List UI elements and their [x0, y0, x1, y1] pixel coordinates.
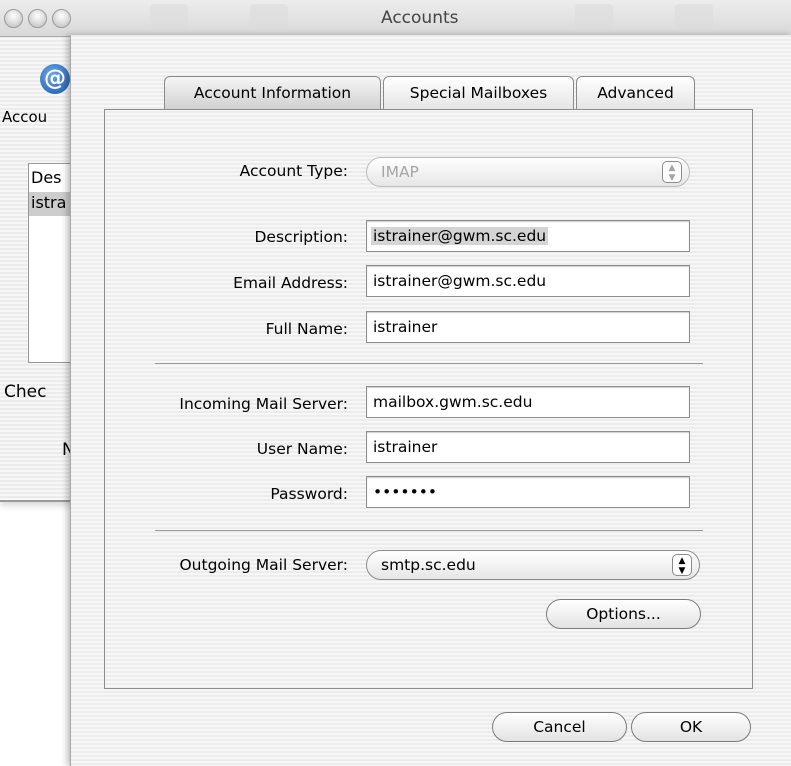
list-header-description[interactable]: Des — [31, 168, 62, 187]
list-item-label: istra — [31, 193, 67, 212]
account-type-value: IMAP — [381, 163, 419, 181]
description-field[interactable]: istrainer@gwm.sc.edu — [366, 220, 690, 252]
check-mail-label: Chec — [4, 382, 47, 402]
user-name-field[interactable]: istrainer — [366, 431, 690, 463]
accounts-at-icon[interactable]: @ — [40, 64, 70, 94]
description-label: Description: — [254, 228, 349, 246]
separator — [155, 530, 703, 531]
cancel-button[interactable]: Cancel — [492, 712, 627, 742]
ok-button[interactable]: OK — [631, 712, 751, 742]
options-button[interactable]: Options... — [546, 599, 701, 629]
account-type-select: IMAP ▲ ▼ — [366, 157, 690, 187]
up-down-arrows-icon: ▲ ▼ — [672, 554, 692, 576]
close-window-button[interactable] — [4, 9, 23, 28]
toolbar-ghost-icon — [150, 4, 188, 30]
email-address-label: Email Address: — [233, 274, 348, 292]
up-down-arrows-icon: ▲ ▼ — [662, 161, 682, 183]
outgoing-mail-server-select[interactable]: smtp.sc.edu ▲ ▼ — [366, 550, 700, 580]
incoming-mail-server-field[interactable]: mailbox.gwm.sc.edu — [366, 386, 690, 418]
title-bar: Accounts — [0, 0, 791, 37]
outgoing-mail-server-value: smtp.sc.edu — [381, 556, 476, 574]
accounts-toolbar-label[interactable]: Accou — [2, 108, 47, 126]
full-name-field[interactable]: istrainer — [366, 311, 690, 343]
password-label: Password: — [270, 485, 348, 503]
user-name-label: User Name: — [256, 440, 348, 458]
tab-special-mailboxes[interactable]: Special Mailboxes — [383, 76, 574, 110]
outgoing-mail-server-label: Outgoing Mail Server: — [179, 556, 348, 574]
password-field[interactable]: ••••••• — [366, 476, 690, 508]
account-type-label: Account Type: — [239, 162, 348, 180]
description-value: istrainer@gwm.sc.edu — [371, 227, 549, 245]
incoming-mail-server-label: Incoming Mail Server: — [179, 395, 348, 413]
minimize-window-button[interactable] — [28, 9, 47, 28]
toolbar-ghost-icon — [250, 4, 288, 30]
email-address-field[interactable]: istrainer@gwm.sc.edu — [366, 265, 690, 297]
toolbar-ghost-icon — [675, 4, 713, 30]
zoom-window-button[interactable] — [52, 9, 71, 28]
toolbar-ghost-icon — [575, 4, 613, 30]
window-title: Accounts — [381, 8, 459, 28]
full-name-label: Full Name: — [265, 320, 348, 338]
tab-advanced[interactable]: Advanced — [576, 76, 695, 110]
separator — [155, 363, 703, 364]
tab-account-information[interactable]: Account Information — [164, 76, 381, 110]
